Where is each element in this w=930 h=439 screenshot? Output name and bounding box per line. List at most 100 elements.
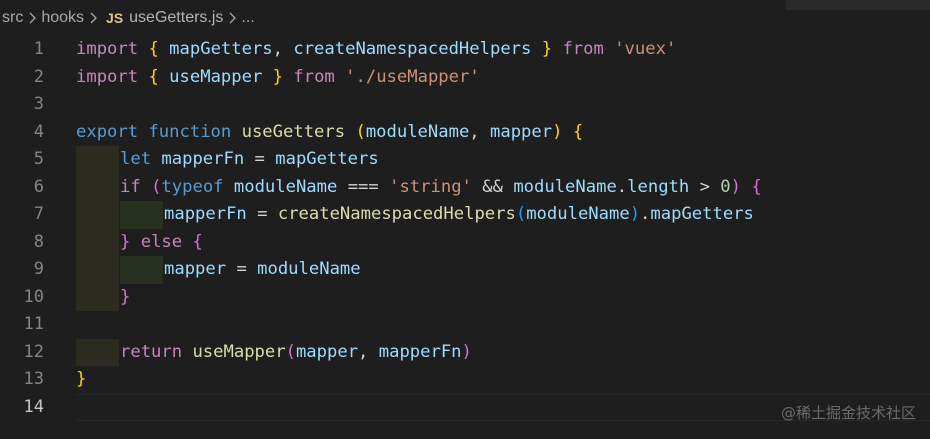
line-number: 6 — [33, 176, 44, 197]
code-line-13[interactable]: } — [76, 366, 930, 394]
token-keyword: import — [76, 66, 139, 87]
line-number: 9 — [33, 259, 44, 279]
token-operator: = — [244, 149, 276, 169]
code-line-8[interactable]: } else { — [76, 228, 930, 256]
token-bracket: ( — [151, 176, 162, 197]
token-bracket: ( — [355, 121, 366, 142]
indent-guide — [76, 201, 119, 229]
chevron-right-icon — [90, 12, 97, 24]
indent-guide — [76, 283, 119, 311]
token-number: 0 — [720, 176, 731, 197]
code-line-6[interactable]: if (typeof moduleName === 'string' && mo… — [76, 173, 930, 201]
token-identifier: mapperFn — [378, 341, 462, 362]
token-bracket: { — [572, 121, 584, 142]
breadcrumb-file[interactable]: useGetters.js — [129, 9, 223, 27]
code-line-2[interactable]: import { useMapper } from './useMapper' — [76, 64, 930, 92]
token-bracket: { — [148, 66, 159, 87]
code-line-12[interactable]: return useMapper(mapper, mapperFn) — [76, 338, 930, 366]
token-function: createNamespacedHelpers — [277, 204, 516, 224]
token-keyword: return — [120, 341, 183, 362]
token-bracket: ) — [461, 341, 472, 362]
token-punct: , — [272, 39, 294, 59]
breadcrumb-folder-hooks[interactable]: hooks — [41, 9, 84, 27]
line-number-active: 14 — [23, 396, 44, 417]
watermark: @稀土掘金技术社区 — [780, 404, 916, 422]
line-number: 7 — [33, 204, 44, 224]
token-keyword: function — [148, 121, 232, 142]
line-number: 2 — [33, 66, 44, 87]
line-number: 5 — [33, 149, 44, 169]
token-identifier: mapGetters — [169, 39, 273, 59]
token-parameter: moduleName — [365, 121, 470, 142]
token-function: useGetters — [241, 121, 346, 142]
code-line-7[interactable]: mapperFn = createNamespacedHelpers(modul… — [76, 201, 930, 229]
indent-guide — [76, 256, 119, 284]
code-line-1[interactable]: import { mapGetters, createNamespacedHel… — [76, 36, 930, 64]
token-bracket: ) — [552, 121, 563, 142]
token-identifier: mapper — [164, 259, 227, 279]
breadcrumb: src hooks JS useGetters.js ... — [0, 0, 786, 36]
breadcrumb-folder-src[interactable]: src — [2, 9, 23, 27]
token-keyword: from — [293, 66, 335, 87]
token-bracket: ) — [730, 176, 742, 197]
chevron-right-icon — [229, 12, 237, 24]
breadcrumb-symbol-ellipsis[interactable]: ... — [241, 9, 254, 27]
token-identifier: moduleName — [233, 176, 338, 197]
indent-guide — [76, 146, 119, 174]
editor-tab-strip-edge — [786, 0, 930, 10]
line-number: 10 — [23, 286, 44, 307]
indent-guide — [76, 338, 119, 366]
token-bracket: { — [751, 176, 762, 197]
code-line-9[interactable]: mapper = moduleName — [76, 256, 930, 284]
code-line-3[interactable] — [76, 91, 930, 119]
line-number: 8 — [33, 231, 44, 252]
token-identifier: mapperFn — [161, 149, 245, 169]
token-punct: . — [616, 176, 628, 197]
code-line-4[interactable]: export function useGetters (moduleName, … — [76, 119, 930, 147]
token-identifier: mapGetters — [275, 149, 379, 169]
code-line-5[interactable]: let mapperFn = mapGetters — [76, 146, 930, 174]
code-area[interactable]: import { mapGetters, createNamespacedHel… — [76, 36, 930, 421]
token-identifier: createNamespacedHelpers — [293, 39, 532, 59]
indent-guide — [120, 256, 163, 284]
token-identifier: mapper — [295, 341, 359, 362]
token-keyword: export — [76, 121, 139, 142]
code-editor[interactable]: src hooks JS useGetters.js ... 1 2 3 4 5… — [0, 0, 930, 439]
line-number: 3 — [33, 94, 44, 114]
chevron-right-icon — [29, 12, 37, 24]
code-line-11[interactable] — [76, 311, 930, 339]
token-operator: > — [689, 176, 721, 197]
token-string: 'string' — [389, 176, 472, 197]
token-identifier: moduleName — [526, 204, 630, 224]
token-keyword: if — [120, 176, 141, 197]
token-function: useMapper — [192, 341, 286, 362]
token-bracket: ( — [285, 341, 296, 362]
javascript-file-icon: JS — [106, 10, 124, 26]
token-bracket: ) — [629, 204, 641, 224]
token-bracket: } — [120, 231, 131, 252]
token-bracket: } — [120, 286, 131, 307]
token-bracket: } — [76, 369, 87, 389]
token-property: mapGetters — [650, 204, 754, 224]
token-parameter: mapper — [490, 121, 553, 142]
line-number: 1 — [33, 39, 44, 59]
token-bracket: { — [148, 39, 159, 59]
token-keyword: let — [120, 149, 152, 169]
token-punct: , — [469, 121, 490, 142]
code-line-10[interactable]: } — [76, 283, 930, 311]
token-keyword: from — [562, 39, 604, 59]
